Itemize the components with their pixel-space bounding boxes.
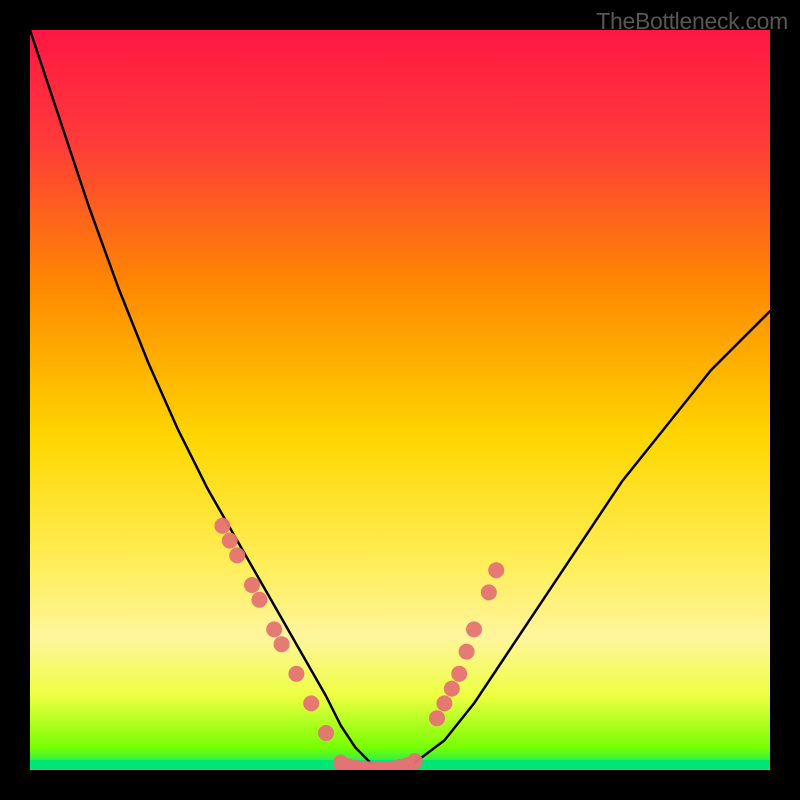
point-left-cluster-points [274, 636, 290, 652]
point-left-cluster-points [229, 547, 245, 563]
point-left-cluster-points [303, 695, 319, 711]
point-right-cluster-points [459, 644, 475, 660]
point-right-cluster-points [488, 562, 504, 578]
point-right-cluster-points [451, 666, 467, 682]
chart-container: TheBottleneck.com [0, 0, 800, 800]
point-left-cluster-points [288, 666, 304, 682]
point-right-cluster-points [466, 621, 482, 637]
point-left-cluster-points [214, 518, 230, 534]
point-right-cluster-points [429, 710, 445, 726]
gradient-background [30, 30, 770, 770]
point-bottom-band-points [407, 753, 423, 769]
chart-svg [30, 30, 770, 770]
plot-area [30, 30, 770, 770]
point-right-cluster-points [481, 584, 497, 600]
point-left-cluster-points [318, 725, 334, 741]
point-right-cluster-points [436, 695, 452, 711]
point-right-cluster-points [444, 681, 460, 697]
point-left-cluster-points [251, 592, 267, 608]
point-left-cluster-points [244, 577, 260, 593]
point-left-cluster-points [266, 621, 282, 637]
point-left-cluster-points [222, 533, 238, 549]
